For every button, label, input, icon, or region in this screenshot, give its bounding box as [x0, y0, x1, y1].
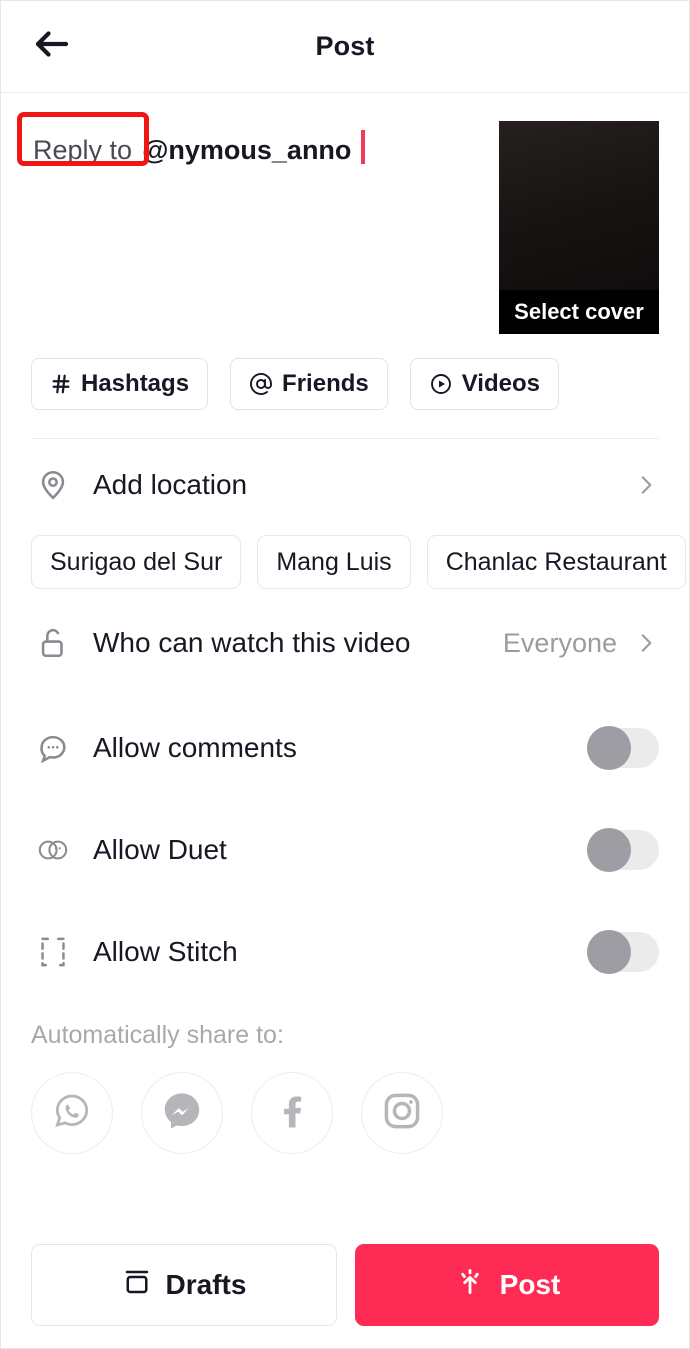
- caption-section: Reply to @nymous_anno Select cover: [1, 93, 689, 334]
- privacy-value: Everyone: [502, 627, 617, 658]
- chevron-right-icon: [633, 630, 659, 656]
- location-chip[interactable]: Chanlac Restaurant: [426, 535, 686, 589]
- text-caret: [361, 130, 366, 164]
- facebook-icon: [270, 1089, 314, 1138]
- share-instagram-button[interactable]: [361, 1072, 443, 1154]
- chip-label: Hashtags: [81, 370, 190, 397]
- allow-stitch-label: Allow Stitch: [93, 936, 238, 967]
- select-cover-thumbnail[interactable]: Select cover: [499, 121, 659, 334]
- chevron-right-icon: [633, 472, 659, 498]
- duet-icon: [31, 835, 75, 865]
- arrow-left-icon: [31, 23, 73, 70]
- location-chip[interactable]: Surigao del Sur: [31, 535, 242, 589]
- allow-comments-row[interactable]: Allow comments: [1, 697, 689, 799]
- allow-duet-row[interactable]: Allow Duet: [1, 799, 689, 901]
- upload-arrow-icon: [454, 1266, 486, 1305]
- comment-icon: [31, 731, 75, 765]
- chip-friends[interactable]: Friends: [230, 358, 388, 410]
- play-circle-icon: [429, 372, 453, 396]
- post-label: Post: [499, 1269, 561, 1300]
- page-title: Post: [315, 31, 375, 61]
- chip-videos[interactable]: Videos: [409, 358, 559, 410]
- toggle-knob: [587, 828, 631, 872]
- auto-share-label: Automatically share to:: [31, 1021, 284, 1049]
- reply-mention: @nymous_anno: [142, 135, 352, 165]
- toggle-knob: [587, 930, 631, 974]
- whatsapp-icon: [50, 1089, 94, 1138]
- auto-share-targets: [1, 1072, 689, 1154]
- hashtag-icon: [50, 373, 72, 395]
- drafts-button[interactable]: Drafts: [31, 1244, 337, 1326]
- allow-comments-toggle[interactable]: [587, 726, 659, 770]
- messenger-icon: [158, 1087, 206, 1140]
- toggle-knob: [587, 726, 631, 770]
- allow-comments-label: Allow comments: [93, 732, 297, 763]
- post-screen: Post Reply to @nymous_anno Select cover …: [0, 0, 690, 1349]
- instagram-icon: [380, 1089, 424, 1138]
- drafts-icon: [122, 1267, 152, 1304]
- caption-input[interactable]: Reply to @nymous_anno: [17, 112, 499, 331]
- select-cover-label: Select cover: [499, 290, 659, 334]
- stitch-icon: [31, 935, 75, 969]
- privacy-row[interactable]: Who can watch this video Everyone: [1, 589, 689, 697]
- chip-label: Videos: [461, 370, 540, 397]
- chip-label: Friends: [282, 370, 369, 397]
- reply-to-label: Reply to: [33, 135, 133, 165]
- map-pin-icon: [31, 468, 75, 502]
- allow-duet-toggle[interactable]: [587, 828, 659, 872]
- back-button[interactable]: [23, 18, 81, 76]
- add-location-row[interactable]: Add location: [1, 439, 689, 531]
- post-button[interactable]: Post: [355, 1244, 659, 1326]
- share-facebook-button[interactable]: [251, 1072, 333, 1154]
- drafts-label: Drafts: [165, 1269, 247, 1300]
- at-icon: [249, 372, 273, 396]
- unlock-icon: [31, 626, 75, 660]
- header-bar: Post: [1, 1, 689, 93]
- allow-stitch-row[interactable]: Allow Stitch: [1, 901, 689, 1003]
- allow-duet-label: Allow Duet: [93, 834, 227, 865]
- location-chip[interactable]: Mang Luis: [257, 535, 411, 589]
- privacy-label: Who can watch this video: [93, 627, 411, 658]
- share-messenger-button[interactable]: [141, 1072, 223, 1154]
- allow-stitch-toggle[interactable]: [587, 930, 659, 974]
- location-suggestions: Surigao del Sur Mang Luis Chanlac Restau…: [1, 531, 689, 589]
- quick-insert-chips: Hashtags Friends Videos: [1, 334, 689, 410]
- add-location-label: Add location: [93, 469, 248, 500]
- share-whatsapp-button[interactable]: [31, 1072, 113, 1154]
- bottom-action-bar: Drafts Post: [1, 1244, 689, 1326]
- chip-hashtags[interactable]: Hashtags: [31, 358, 209, 410]
